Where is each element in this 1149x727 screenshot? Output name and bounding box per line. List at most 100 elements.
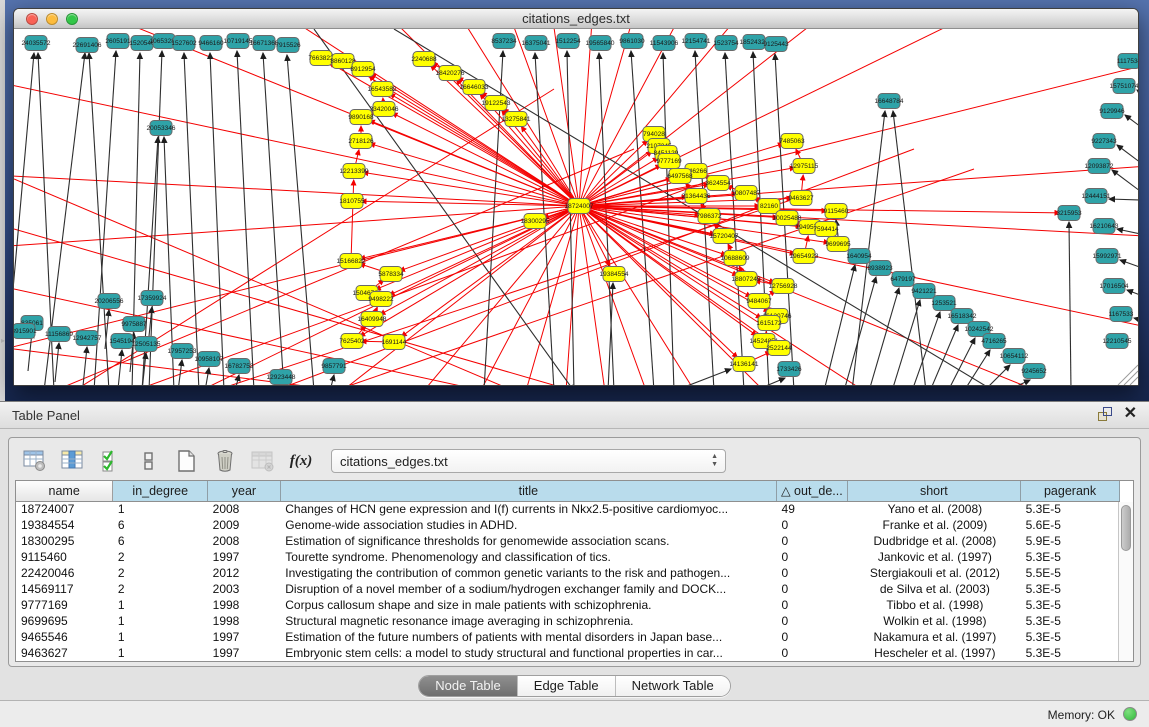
graph-node[interactable]: 1527602 — [171, 36, 197, 51]
scrollbar-thumb[interactable] — [1121, 505, 1131, 551]
graph-node[interactable]: 12444151 — [1082, 189, 1111, 204]
graph-node[interactable]: 18807249 — [732, 272, 761, 287]
new-column-icon[interactable] — [173, 447, 201, 475]
graph-node[interactable]: 11156869 — [45, 327, 73, 342]
network-window-titlebar[interactable]: citations_edges.txt — [14, 9, 1138, 29]
graph-node[interactable]: 15751074 — [1110, 79, 1138, 94]
graph-node[interactable]: 10958107 — [195, 352, 224, 367]
graph-node[interactable]: 10688609 — [721, 251, 750, 266]
checklist-icon[interactable] — [97, 447, 125, 475]
graph-node[interactable]: 2240688 — [411, 52, 437, 67]
graph-node[interactable]: 9699695 — [825, 237, 851, 252]
graph-node[interactable]: 16409948 — [358, 312, 387, 327]
citation-network-graph[interactable]: 2403557222691406260519115205461065328715… — [14, 29, 1138, 385]
graph-node[interactable]: 9463627 — [788, 191, 814, 206]
graph-node[interactable]: 9498222 — [368, 292, 394, 307]
graph-node[interactable]: 2605191 — [105, 34, 131, 49]
graph-node[interactable]: 9777169 — [656, 154, 682, 169]
graph-node[interactable]: 17016504 — [1100, 279, 1129, 294]
graph-node[interactable]: 1117534 — [1117, 54, 1138, 69]
graph-node[interactable]: 10719145 — [224, 34, 253, 49]
column-header-title[interactable]: title — [280, 481, 776, 501]
graph-node[interactable]: 7594414 — [813, 222, 839, 237]
graph-node[interactable]: 19122543 — [482, 96, 511, 111]
graph-node[interactable]: 1691144 — [382, 335, 407, 350]
graph-node[interactable]: 9129946 — [1099, 104, 1125, 119]
graph-node[interactable]: 7625402 — [339, 334, 365, 349]
graph-node[interactable]: 15166822 — [337, 254, 366, 269]
graph-node[interactable]: 1523754 — [713, 36, 739, 51]
graph-node[interactable]: 19384554 — [600, 267, 629, 282]
table-scrollbar[interactable] — [1118, 502, 1133, 661]
graph-node[interactable]: 6479197 — [890, 272, 916, 287]
graph-node[interactable]: 4716265 — [981, 334, 1007, 349]
graph-node[interactable]: 1253521 — [931, 296, 957, 311]
tab-node-table[interactable]: Node Table — [419, 676, 518, 696]
graph-node[interactable]: 16646033 — [460, 80, 489, 95]
column-header-name[interactable]: name — [16, 481, 113, 501]
window-resize-grip[interactable] — [1118, 365, 1138, 385]
graph-node[interactable]: 24035572 — [22, 36, 51, 51]
graph-node[interactable]: 7485063 — [779, 134, 805, 149]
graph-node[interactable]: 12756928 — [769, 279, 798, 294]
graph-node[interactable]: 15992971 — [1093, 249, 1122, 264]
table-row[interactable]: 1938455462009Genome-wide association stu… — [16, 517, 1120, 533]
table-row[interactable]: 1830029562008Estimation of significance … — [16, 533, 1120, 549]
graph-node[interactable]: 18724007 — [565, 199, 594, 214]
graph-node[interactable]: 18300295 — [521, 214, 550, 229]
network-canvas[interactable]: 2403557222691406260519115205461065328715… — [14, 29, 1138, 385]
hidden-panel-arrow-icon[interactable]: ▸ — [1, 336, 5, 345]
graph-node[interactable]: 1733426 — [776, 362, 802, 377]
graph-node[interactable]: 7986372 — [696, 209, 722, 224]
graph-node[interactable]: 16210643 — [1090, 219, 1119, 234]
graph-node[interactable]: 7915526 — [275, 38, 301, 53]
table-row[interactable]: 969969511998Structural magnetic resonanc… — [16, 613, 1120, 629]
graph-node[interactable]: 16375041 — [522, 36, 551, 51]
graph-node[interactable]: 9245652 — [1021, 364, 1047, 379]
graph-node[interactable]: 16648784 — [875, 94, 904, 109]
graph-node[interactable]: 18420276 — [436, 66, 465, 81]
graph-node[interactable]: 2522144 — [766, 341, 792, 356]
graph-node[interactable]: 1512254 — [555, 34, 581, 49]
graph-node[interactable]: 1640954 — [846, 249, 872, 264]
graph-node[interactable]: 9466160 — [198, 36, 224, 51]
graph-node[interactable]: 11543906 — [650, 36, 679, 51]
graph-node[interactable]: 1167533 — [1109, 307, 1134, 322]
table-mode-icon[interactable] — [21, 447, 49, 475]
graph-node[interactable]: 8537234 — [491, 34, 517, 49]
table-row[interactable]: 946362711997Embryonic stem cells: a mode… — [16, 645, 1120, 661]
table-selector-dropdown[interactable]: citations_edges.txt ▲▼ — [331, 449, 726, 473]
rows-icon[interactable] — [135, 447, 163, 475]
table-row[interactable]: 977716911998Corpus callosum shape and si… — [16, 597, 1120, 613]
table-row[interactable]: 911546021997Tourette syndrome. Phenomeno… — [16, 549, 1120, 565]
graph-node[interactable]: 12213399 — [340, 164, 369, 179]
graph-node[interactable]: 22691406 — [73, 38, 102, 53]
graph-node[interactable]: 20053346 — [147, 121, 176, 136]
graph-node[interactable]: 3624554 — [705, 176, 731, 191]
graph-node[interactable]: 12923448 — [267, 370, 296, 385]
graph-node[interactable]: 9975887 — [121, 317, 147, 332]
graph-node[interactable]: 9861030 — [619, 34, 645, 49]
graph-node[interactable]: 12975115 — [790, 159, 819, 174]
table-row[interactable]: 946554611997Estimation of the future num… — [16, 629, 1120, 645]
graph-node[interactable]: 8912954 — [350, 62, 376, 77]
graph-node[interactable]: 12093872 — [1085, 159, 1114, 174]
graph-node[interactable]: 8938923 — [867, 261, 893, 276]
graph-node[interactable]: 13275841 — [502, 112, 531, 127]
graph-node[interactable]: 10654112 — [1000, 349, 1029, 364]
column-header-out_de[interactable]: △ out_de... — [777, 481, 848, 501]
column-header-year[interactable]: year — [208, 481, 281, 501]
tab-edge-table[interactable]: Edge Table — [518, 676, 616, 696]
function-builder-icon[interactable]: f(x) — [287, 447, 315, 475]
graph-node[interactable]: 82160 — [758, 199, 780, 214]
graph-node[interactable]: 9115460 — [824, 204, 849, 219]
graph-node[interactable]: 15720407 — [710, 229, 739, 244]
graph-node[interactable]: 1810755 — [339, 194, 365, 209]
graph-node[interactable]: 21364436 — [682, 189, 711, 204]
graph-node[interactable]: 9421221 — [911, 284, 937, 299]
graph-node[interactable]: 14136141 — [730, 357, 759, 372]
table-row[interactable]: 1456911722003Disruption of a novel membe… — [16, 581, 1120, 597]
table-row[interactable]: 2242004622012Investigating the contribut… — [16, 565, 1120, 581]
graph-node[interactable]: 9125443 — [763, 37, 789, 52]
graph-node[interactable]: 12942757 — [73, 331, 102, 346]
